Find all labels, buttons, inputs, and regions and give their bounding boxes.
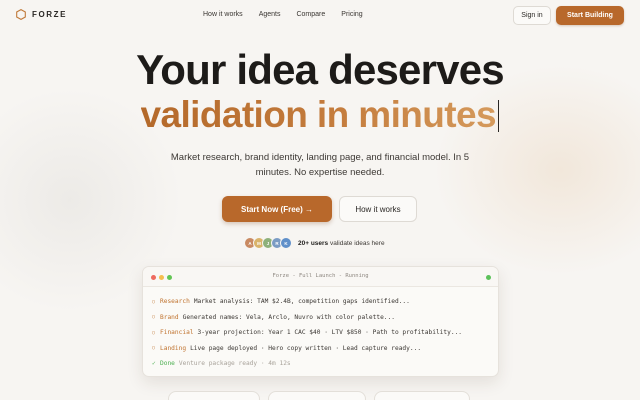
log-line: ○ Landing Live page deployed · Hero copy… [152,341,489,357]
log-text-done: Venture package ready · 4m 12s [178,360,291,368]
user-count: 20+ users [298,239,329,247]
hero-subtext: Market research, brand identity, landing… [170,152,470,178]
log-text: Market analysis: TAM $2.4B, competition … [193,298,410,306]
feature-pill [268,391,366,400]
terminal-title: Forze - Full Launch - Running [272,273,369,279]
log-tag: Landing [160,344,187,352]
brand-name: FORZE [32,10,68,19]
avatar-group: A M J R K [244,237,292,249]
how-it-works-button[interactable]: How it works [339,196,417,222]
feature-pill [374,391,470,400]
terminal-log: ○ Research Market analysis: TAM $2.4B, c… [143,287,498,372]
start-building-button[interactable]: Start Building [556,6,624,25]
start-now-button[interactable]: Start Now (Free) → [222,196,332,222]
bullet-icon: ○ [152,298,156,305]
log-tag: Brand [160,313,179,321]
nav-link-agents[interactable]: Agents [259,11,281,18]
social-proof-caption: validate ideas here [330,239,385,247]
avatar: K [280,237,292,249]
nav-links: How it works Agents Compare Pricing [203,11,363,18]
nav-link-pricing[interactable]: Pricing [341,11,362,18]
social-proof-text: 20+ users validate ideas here [298,240,385,247]
top-nav: FORZE How it works Agents Compare Pricin… [0,0,640,32]
terminal-window: Forze - Full Launch - Running ○ Research… [142,266,499,377]
terminal-titlebar: Forze - Full Launch - Running [143,267,498,287]
log-tag: Research [160,298,190,306]
log-line-done: ✓ Done Venture package ready · 4m 12s [152,356,489,372]
log-text: Generated names: Vela, Arclo, Nuvro with… [182,313,395,321]
log-line: ○ Brand Generated names: Vela, Arclo, Nu… [152,310,489,326]
hero-headline-line1: Your idea deserves [136,46,504,93]
bullet-icon: ○ [152,314,156,321]
bullet-icon: ○ [152,329,156,336]
nav-link-compare[interactable]: Compare [296,11,325,18]
log-line: ○ Research Market analysis: TAM $2.4B, c… [152,294,489,310]
log-tag-done: Done [160,360,175,368]
hexagon-logo-icon [16,9,26,20]
hero-headline-line2: validation in minutes [0,92,640,138]
social-proof: A M J R K 20+ users validate ideas here [244,237,385,249]
hero-headline-accent: validation in minutes [140,94,497,135]
typing-cursor [497,100,500,132]
log-text: Live page deployed · Hero copy written ·… [190,344,422,352]
status-dot-icon [486,275,491,280]
check-icon: ✓ [152,360,156,368]
brand-logo[interactable]: FORZE [16,9,67,20]
feature-pill [168,391,260,400]
log-tag: Financial [160,329,194,337]
log-text: 3-year projection: Year 1 CAC $40 · LTV … [197,329,463,337]
log-line: ○ Financial 3-year projection: Year 1 CA… [152,325,489,341]
nav-link-how-it-works[interactable]: How it works [203,11,243,18]
bullet-icon: ○ [152,345,156,352]
sign-in-button[interactable]: Sign in [513,6,551,25]
